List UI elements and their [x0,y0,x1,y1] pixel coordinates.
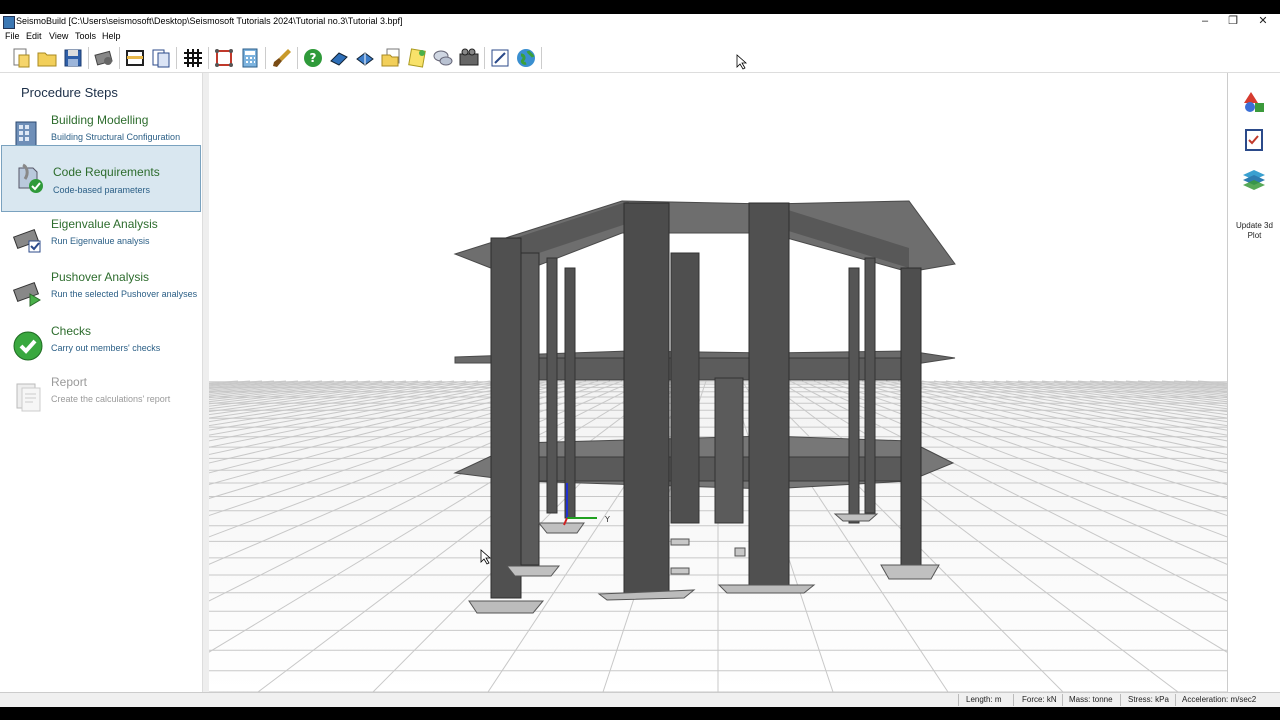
status-mass: Mass: tonne [1069,695,1113,704]
minimize-button[interactable]: – [1190,14,1220,30]
step-title: Report [51,375,88,389]
update-label-line2: Plot [1247,231,1262,240]
brush-icon[interactable] [271,47,293,69]
book-icon[interactable] [354,47,376,69]
procedure-panel: Procedure Steps Building Modelling Build… [0,73,203,692]
pushover-icon [12,281,41,307]
film-icon[interactable] [458,47,480,69]
status-divider [1013,694,1014,706]
menu-file[interactable]: File [5,31,20,41]
update-3d-plot-button[interactable]: Update 3d Plot [1228,221,1280,241]
procedure-heading: Procedure Steps [21,85,118,100]
toolbar-separator [208,47,209,69]
step-title: Eigenvalue Analysis [51,217,158,231]
code-requirements-icon [18,163,43,193]
status-acceleration: Acceleration: m/sec2 [1182,695,1257,704]
toolbar-separator [541,47,542,69]
step-pushover-analysis[interactable]: Pushover Analysis Run the selected Pusho… [0,268,202,318]
step-description: Carry out members' checks [51,343,161,353]
edit-icon[interactable] [489,47,511,69]
menu-bar: File Edit View Tools Help [0,30,1280,43]
menu-view[interactable]: View [49,31,68,41]
mouse-cursor [736,54,748,70]
menu-tools[interactable]: Tools [75,31,96,41]
report-pages-icon[interactable] [150,47,172,69]
step-description: Code-based parameters [53,185,151,195]
title-bar: SeismoBuild [C:\Users\seismosoft\Desktop… [0,14,1280,30]
layers-icon[interactable] [1241,165,1267,191]
save-icon[interactable] [62,47,84,69]
toolbar-separator [119,47,120,69]
status-divider [1120,694,1121,706]
grid-icon[interactable] [182,47,204,69]
3d-viewport[interactable]: Y [209,73,1227,692]
menu-help[interactable]: Help [102,31,121,41]
step-title: Pushover Analysis [51,270,150,284]
settings-gear-icon[interactable] [93,47,115,69]
checks-icon [13,331,43,361]
frame-icon[interactable] [124,47,146,69]
step-checks[interactable]: Checks Carry out members' checks [0,322,202,372]
status-bar: Length: m Force: kN Mass: tonne Stress: … [0,692,1280,707]
status-divider [958,694,959,706]
step-title: Checks [51,324,92,338]
status-divider [1062,694,1063,706]
chat-icon[interactable] [432,47,454,69]
menu-edit[interactable]: Edit [26,31,42,41]
window-title: SeismoBuild [C:\Users\seismosoft\Desktop… [16,16,403,26]
status-divider [1175,694,1176,706]
toolbar-separator [88,47,89,69]
status-force: Force: kN [1022,695,1057,704]
report-icon [16,383,41,412]
step-title: Code Requirements [53,165,160,179]
model-icon[interactable] [213,47,235,69]
app-icon [3,16,15,29]
step-code-requirements[interactable]: Code Requirements Code-based parameters [1,145,201,212]
step-eigenvalue-analysis[interactable]: Eigenvalue Analysis Run Eigenvalue analy… [0,215,202,265]
toolbar-separator [265,47,266,69]
step-title: Building Modelling [51,113,149,127]
step-description: Run Eigenvalue analysis [51,236,150,246]
folder-docs-icon[interactable] [380,47,402,69]
restore-button[interactable]: ❐ [1218,14,1248,30]
book-blue-icon[interactable] [328,47,350,69]
status-length: Length: m [966,695,1002,704]
step-description: Create the calculations' report [51,394,171,404]
status-stress: Stress: kPa [1128,695,1169,704]
toolbar-separator [484,47,485,69]
new-file-icon[interactable] [10,47,32,69]
help-icon[interactable]: ? [302,47,324,69]
shapes-icon[interactable] [1241,89,1267,115]
calculator-icon[interactable] [239,47,261,69]
right-panel: Update 3d Plot [1227,73,1280,692]
step-report[interactable]: Report Create the calculations' report [0,373,202,423]
checklist-icon[interactable] [1241,127,1267,153]
eigenvalue-icon [12,228,41,253]
toolbar-separator [176,47,177,69]
y-axis-label: Y [604,515,610,524]
open-folder-icon[interactable] [36,47,58,69]
update-label-line1: Update 3d [1236,221,1273,230]
3d-model-view[interactable]: Y [209,73,1227,692]
globe-icon[interactable] [515,47,537,69]
svg-text:?: ? [310,51,317,65]
notes-icon[interactable] [406,47,428,69]
toolbar: ? [0,43,1280,73]
toolbar-separator [297,47,298,69]
step-description: Building Structural Configuration [51,132,181,142]
step-description: Run the selected Pushover analyses [51,289,198,299]
close-button[interactable]: ✕ [1248,14,1278,30]
